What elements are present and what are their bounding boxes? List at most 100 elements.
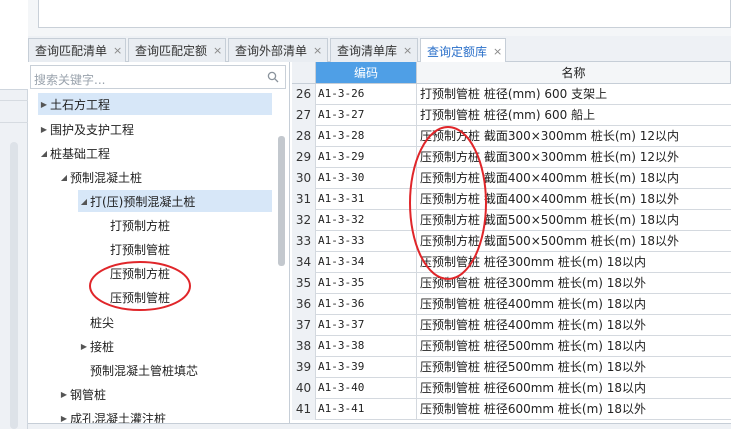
tree-item-drive-press-precast[interactable]: ◢ 打(压)预制混凝土桩 (78, 190, 272, 212)
table-row[interactable]: 33 A1-3-33 压预制方桩 截面500×500mm 桩长(m) 18以外 (292, 231, 731, 252)
collapse-arrow-icon[interactable]: ◢ (58, 173, 70, 182)
top-panel (38, 0, 731, 28)
bottom-edge (28, 423, 731, 429)
table-row[interactable]: 27 A1-3-27 打预制管桩 桩径(mm) 600 船上 (292, 105, 731, 126)
quota-code-cell: A1-3-37 (316, 315, 417, 336)
tree-item-drive-square-pile[interactable]: 打预制方桩 (110, 214, 170, 236)
tab-label: 查询匹配清单 (35, 44, 108, 58)
quota-code-cell: A1-3-31 (316, 189, 417, 210)
tab-label: 查询外部清单 (235, 44, 308, 58)
table-row[interactable]: 34 A1-3-34 压预制管桩 桩径300mm 桩长(m) 18以内 (292, 252, 731, 273)
quota-name-cell: 压预制方桩 截面500×500mm 桩长(m) 18以内 (420, 213, 680, 227)
quota-table: 编码 名称 26 A1-3-26 打预制管桩 桩径(mm) 600 支架上 27 A1-… (292, 62, 731, 429)
tab-external-bill[interactable]: 查询外部清单 × (228, 38, 328, 62)
tree-item-support[interactable]: ▶ 围护及支护工程 (38, 118, 134, 140)
tab-label: 查询匹配定额 (135, 44, 208, 58)
tree-item-press-square-pile[interactable]: 压预制方桩 (110, 262, 170, 284)
table-row[interactable]: 26 A1-3-26 打预制管桩 桩径(mm) 600 支架上 (292, 84, 731, 105)
table-row[interactable]: 30 A1-3-30 压预制方桩 截面400×400mm 桩长(m) 18以内 (292, 168, 731, 189)
table-row[interactable]: 39 A1-3-39 压预制管桩 桩径500mm 桩长(m) 18以外 (292, 357, 731, 378)
quota-name-cell: 压预制管桩 桩径400mm 桩长(m) 18以内 (420, 297, 647, 311)
quota-code-cell: A1-3-33 (316, 231, 417, 252)
table-row[interactable]: 37 A1-3-37 压预制管桩 桩径400mm 桩长(m) 18以外 (292, 315, 731, 336)
expand-arrow-icon[interactable]: ▶ (58, 390, 70, 399)
row-number: 33 (292, 231, 316, 252)
table-row[interactable]: 36 A1-3-36 压预制管桩 桩径400mm 桩长(m) 18以内 (292, 294, 731, 315)
close-icon[interactable]: × (113, 44, 122, 57)
outer-left-scrollbar[interactable] (10, 142, 18, 429)
tree-item-label: 桩基础工程 (50, 146, 111, 161)
close-icon[interactable]: × (403, 44, 412, 57)
table-row[interactable]: 29 A1-3-29 压预制方桩 截面300×300mm 桩长(m) 12以外 (292, 147, 731, 168)
tab-label: 查询清单库 (337, 44, 398, 58)
quota-name-cell: 打预制管桩 桩径(mm) 600 支架上 (420, 87, 608, 101)
tree-item-pile-joint[interactable]: ▶ 接桩 (78, 335, 114, 357)
tab-match-quota[interactable]: 查询匹配定额 × (128, 38, 226, 62)
quota-code-cell: A1-3-39 (316, 357, 417, 378)
table-row[interactable]: 32 A1-3-32 压预制方桩 截面500×500mm 桩长(m) 18以内 (292, 210, 731, 231)
outer-left-panel (0, 0, 28, 429)
expand-arrow-icon[interactable]: ▶ (38, 125, 50, 134)
expand-arrow-icon[interactable]: ▶ (78, 342, 90, 351)
quota-code-cell: A1-3-40 (316, 378, 417, 399)
row-number: 32 (292, 210, 316, 231)
expand-arrow-icon[interactable]: ▶ (38, 100, 50, 109)
quota-code-cell: A1-3-32 (316, 210, 417, 231)
tree-item-pipe-pile-core-fill[interactable]: 预制混凝土管桩填芯 (90, 359, 198, 381)
tree-item-label: 围护及支护工程 (50, 122, 135, 137)
tab-match-bill[interactable]: 查询匹配清单 × (28, 38, 126, 62)
row-number: 36 (292, 294, 316, 315)
collapse-arrow-icon[interactable]: ◢ (78, 197, 90, 206)
search-placeholder: 搜索关键字... (34, 73, 106, 87)
tree-item-label: 钢管桩 (70, 387, 107, 402)
collapse-arrow-icon[interactable]: ◢ (38, 149, 50, 158)
row-number: 26 (292, 84, 316, 105)
top-area (28, 0, 731, 36)
tree-item-label: 桩尖 (90, 315, 115, 330)
row-number: 35 (292, 273, 316, 294)
quota-name-cell: 打预制管桩 桩径(mm) 600 船上 (420, 108, 596, 122)
tree-item-pile-tip[interactable]: 桩尖 (90, 311, 114, 333)
divider (0, 100, 28, 101)
table-row[interactable]: 40 A1-3-40 压预制管桩 桩径600mm 桩长(m) 18以内 (292, 378, 731, 399)
expand-arrow-icon[interactable]: ▶ (58, 414, 70, 423)
tree-item-pile-foundation[interactable]: ◢ 桩基础工程 (38, 142, 110, 164)
outer-left-topbox (0, 0, 28, 90)
name-column-header[interactable]: 名称 (417, 62, 731, 84)
tab-label: 查询定额库 (427, 44, 488, 59)
close-icon[interactable]: × (313, 44, 322, 57)
row-number: 37 (292, 315, 316, 336)
quota-code-cell: A1-3-35 (316, 273, 417, 294)
tree-item-press-pipe-pile[interactable]: 压预制管桩 (110, 286, 170, 308)
row-number: 38 (292, 336, 316, 357)
quota-code-cell: A1-3-34 (316, 252, 417, 273)
tree-item-label: 压预制方桩 (110, 266, 171, 281)
search-icon[interactable] (267, 71, 279, 83)
tree-item-precast-pile[interactable]: ◢ 预制混凝土桩 (58, 166, 142, 188)
quota-name-cell: 压预制方桩 截面400×400mm 桩长(m) 18以内 (420, 171, 680, 185)
quota-code-cell: A1-3-38 (316, 336, 417, 357)
tree-item-earthwork[interactable]: ▶ 土石方工程 (38, 93, 272, 115)
quota-name-cell: 压预制方桩 截面300×300mm 桩长(m) 12以内 (420, 129, 680, 143)
tree-scrollbar[interactable] (278, 136, 285, 266)
code-column-header[interactable]: 编码 (316, 62, 417, 84)
tree-item-steel-pipe-pile[interactable]: ▶ 钢管桩 (58, 383, 106, 405)
tab-bill-library[interactable]: 查询清单库 × (330, 38, 418, 62)
table-row[interactable]: 35 A1-3-35 压预制管桩 桩径300mm 桩长(m) 18以外 (292, 273, 731, 294)
table-row[interactable]: 38 A1-3-38 压预制管桩 桩径500mm 桩长(m) 18以内 (292, 336, 731, 357)
quota-code-cell: A1-3-30 (316, 168, 417, 189)
row-number: 31 (292, 189, 316, 210)
tree-item-label: 压预制管桩 (110, 290, 171, 305)
close-icon[interactable]: × (493, 45, 502, 58)
quota-code-cell: A1-3-28 (316, 126, 417, 147)
table-row[interactable]: 28 A1-3-28 压预制方桩 截面300×300mm 桩长(m) 12以内 (292, 126, 731, 147)
quota-name-cell: 压预制方桩 截面500×500mm 桩长(m) 18以外 (420, 234, 680, 248)
tab-quota-library[interactable]: 查询定额库 × (420, 38, 506, 63)
table-row[interactable]: 41 A1-3-41 压预制管桩 桩径600mm 桩长(m) 18以外 (292, 399, 731, 420)
tree-item-drive-pipe-pile[interactable]: 打预制管桩 (110, 238, 170, 260)
row-number: 27 (292, 105, 316, 126)
search-input[interactable]: 搜索关键字... (30, 65, 286, 89)
close-icon[interactable]: × (213, 44, 222, 57)
tree-item-label: 预制混凝土管桩填芯 (90, 363, 199, 378)
table-row[interactable]: 31 A1-3-31 压预制方桩 截面400×400mm 桩长(m) 18以外 (292, 189, 731, 210)
